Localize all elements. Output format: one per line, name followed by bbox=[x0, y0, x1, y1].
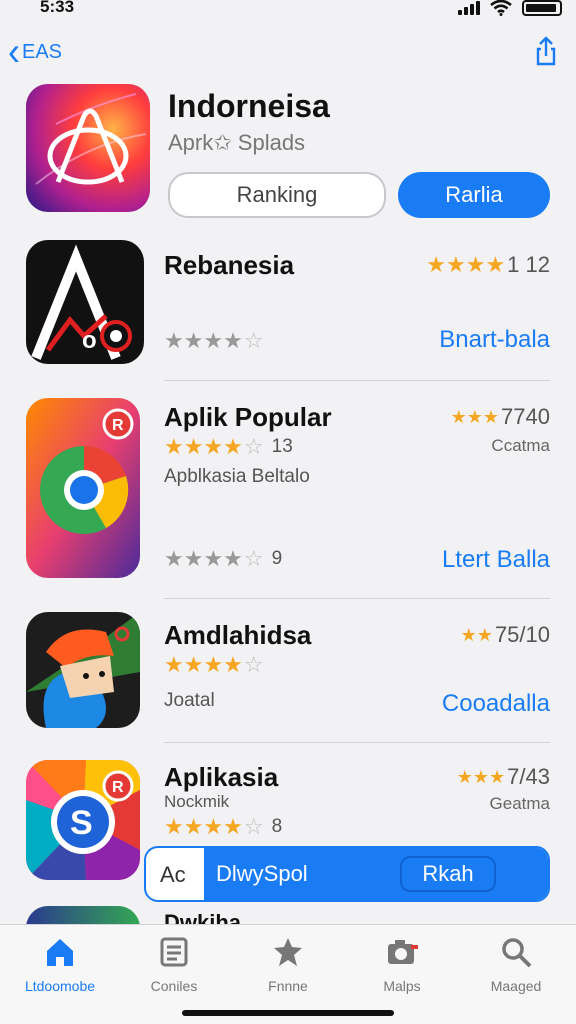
rating-value: 75/10 bbox=[494, 622, 550, 647]
star-rating-icon: ★★★★ ☆ bbox=[164, 814, 264, 839]
wifi-icon bbox=[490, 0, 512, 16]
rating-value: 1 12 bbox=[507, 252, 550, 277]
tab-malps[interactable]: Malps bbox=[352, 935, 452, 994]
action-bar-left[interactable]: Ac bbox=[160, 862, 186, 888]
featured-app-icon[interactable] bbox=[26, 84, 150, 212]
featured-app-title: Indorneisa bbox=[168, 88, 330, 124]
tab-coniles[interactable]: Coniles bbox=[124, 935, 224, 994]
star-rating-icon: ★★★★ ☆ bbox=[164, 546, 264, 571]
svg-text:R: R bbox=[112, 417, 124, 434]
action-bar: Ac DlwySpol Rkah bbox=[144, 846, 550, 902]
app-action-link[interactable]: Cooadalla bbox=[442, 690, 550, 718]
status-icons bbox=[458, 0, 562, 16]
star-rating-icon: ★★★★ ☆ bbox=[164, 652, 264, 677]
rating-count: 9 bbox=[271, 548, 283, 569]
star-rating-icon: ★★ bbox=[460, 625, 493, 645]
svg-text:R: R bbox=[112, 779, 124, 796]
app-name: Aplik Popular bbox=[164, 402, 332, 432]
app-category: Ccatma bbox=[491, 436, 550, 455]
star-badge-icon bbox=[274, 938, 302, 966]
share-icon[interactable] bbox=[534, 36, 558, 66]
app-rating: ★★★ 7/43 bbox=[457, 764, 550, 790]
tab-label: Ltdoomobe bbox=[24, 978, 96, 994]
camera-icon bbox=[388, 940, 418, 964]
star-rating-icon: ★★★★ bbox=[426, 252, 506, 277]
home-indicator bbox=[182, 1010, 394, 1016]
home-icon bbox=[47, 939, 73, 966]
tab-maaged[interactable]: Maaged bbox=[466, 935, 566, 994]
status-time: 5:33 bbox=[40, 0, 75, 16]
divider bbox=[164, 380, 550, 381]
app-action-link[interactable]: Bnart-bala bbox=[439, 326, 550, 354]
rating-count: 8 bbox=[271, 816, 283, 837]
app-rating: ★★★ 7740 bbox=[451, 404, 550, 430]
list-item[interactable]: Dwkiha bbox=[26, 906, 550, 924]
ranking-button[interactable]: Ranking bbox=[168, 172, 386, 218]
search-icon bbox=[502, 938, 532, 968]
list-item[interactable]: R Aplik Popular ★★★ 7740 ★★★★ ☆ 13 Ccatma… bbox=[26, 398, 550, 580]
app-name: Aplikasia bbox=[164, 762, 279, 792]
tab-label: Maaged bbox=[490, 978, 542, 994]
star-rating-icon: ★★★★ ☆ bbox=[164, 328, 264, 353]
back-button[interactable]: ‹ EAS bbox=[8, 28, 63, 74]
tab-label: Malps bbox=[383, 978, 421, 994]
app-subtitle: Nockmik bbox=[164, 792, 230, 811]
tab-bar: Ltdoomobe Coniles Fnnne Malps Maaged bbox=[0, 924, 576, 1024]
tab-home[interactable]: Ltdoomobe bbox=[10, 935, 110, 994]
svg-text:o: o bbox=[82, 327, 97, 354]
app-bottom-rating: ★★★★ ☆ 9 bbox=[164, 548, 282, 570]
back-label: EAS bbox=[22, 40, 63, 63]
app-icon-aplik-popular: R bbox=[26, 398, 140, 578]
app-rating: ★★★★ 1 12 bbox=[426, 252, 550, 278]
action-bar-primary[interactable]: DlwySpol bbox=[204, 848, 370, 900]
app-icon-aplikasia: S R bbox=[26, 760, 140, 880]
battery-icon bbox=[522, 0, 562, 16]
divider bbox=[164, 742, 550, 743]
app-action-link[interactable]: Ltert Balla bbox=[442, 546, 550, 574]
star-rating-icon: ★★★ bbox=[456, 767, 506, 787]
action-bar-secondary[interactable]: Rkah bbox=[400, 856, 496, 892]
list-item[interactable]: o Rebanesia ★★★★ 1 12 ★★★★ ☆ Bnart-bala bbox=[26, 240, 550, 364]
app-subtitle: Apblkasia Beltalo bbox=[164, 466, 310, 487]
app-icon-dwkiha bbox=[26, 906, 140, 924]
app-icon-rebanesia: o bbox=[26, 240, 144, 364]
rating-value: 7/43 bbox=[507, 764, 550, 789]
get-button[interactable]: Rarlia bbox=[398, 172, 550, 218]
tab-label: Coniles bbox=[150, 978, 198, 994]
app-name: Dwkiha bbox=[164, 910, 242, 924]
featured-app: Indorneisa Aprk✩ Splads Ranking Rarlia bbox=[26, 84, 550, 224]
star-rating-icon: ★★★★ ☆ bbox=[164, 434, 264, 459]
app-name: Rebanesia bbox=[164, 250, 295, 280]
list-item[interactable]: Amdlahidsa ★★ 75/10 ★★★★ ☆ Joatal Cooadal… bbox=[26, 612, 550, 730]
featured-app-subtitle: Aprk✩ Splads bbox=[168, 130, 306, 155]
rating-count: 13 bbox=[271, 436, 293, 457]
app-subtitle: Joatal bbox=[164, 690, 215, 711]
star-rating-icon: ★★★ bbox=[450, 407, 500, 427]
list-icon bbox=[160, 937, 188, 967]
svg-text:S: S bbox=[70, 804, 93, 842]
app-category: Geatma bbox=[489, 794, 550, 813]
rating-value: 7740 bbox=[501, 404, 550, 429]
divider bbox=[164, 598, 550, 599]
tab-label: Fnnne bbox=[268, 978, 308, 994]
chevron-left-icon: ‹ bbox=[8, 28, 20, 74]
app-name: Amdlahidsa bbox=[164, 620, 312, 650]
app-rating: ★★ 75/10 bbox=[461, 622, 550, 648]
app-stars-row: ★★★★ ☆ 8 bbox=[164, 816, 282, 838]
tab-fnnne[interactable]: Fnnne bbox=[238, 935, 338, 994]
signal-icon bbox=[458, 1, 480, 15]
status-bar: 5:33 bbox=[0, 0, 576, 20]
app-stars-row: ★★★★ ☆ 13 bbox=[164, 436, 293, 458]
nav-bar: ‹ EAS bbox=[0, 30, 576, 76]
app-icon-amdlahidsa bbox=[26, 612, 140, 728]
